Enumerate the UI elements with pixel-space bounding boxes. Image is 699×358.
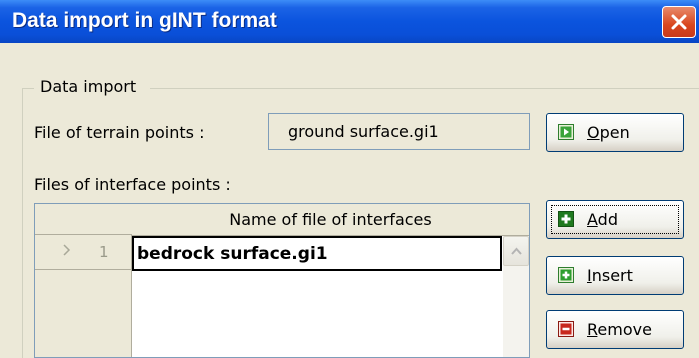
open-button[interactable]: Open: [546, 113, 684, 152]
remove-icon: [558, 321, 574, 337]
insert-button-label: Insert: [587, 266, 633, 285]
grid-corner: [35, 204, 132, 235]
terrain-file-value: ground surface.gi1: [288, 122, 439, 141]
table-row[interactable]: bedrock surface.gi1: [132, 236, 502, 271]
add-button[interactable]: Add: [546, 200, 684, 239]
insert-button[interactable]: Insert: [546, 256, 684, 295]
open-button-label: Open: [587, 123, 630, 142]
close-button[interactable]: [662, 6, 696, 38]
group-border-right: [150, 88, 699, 89]
group-border-left: [22, 88, 34, 89]
scroll-up-button[interactable]: [503, 236, 529, 266]
column-header[interactable]: Name of file of interfaces: [132, 204, 529, 236]
interfaces-label: Files of interface points :: [34, 175, 231, 194]
interfaces-grid[interactable]: Name of file of interfaces 1 bedrock sur…: [34, 203, 530, 358]
add-button-label: Add: [587, 210, 618, 229]
row-header[interactable]: 1: [35, 235, 132, 270]
insert-icon: [558, 267, 574, 283]
remove-button[interactable]: Remove: [546, 310, 684, 349]
window-title: Data import in gINT format: [12, 9, 277, 32]
row-index: 1: [99, 243, 109, 261]
close-icon: [671, 14, 687, 30]
open-icon: [558, 124, 574, 140]
terrain-file-field[interactable]: ground surface.gi1: [268, 113, 530, 150]
title-bar[interactable]: Data import in gINT format: [0, 0, 699, 43]
scroll-up-icon: [511, 247, 522, 255]
row-arrow-icon: [63, 244, 71, 256]
terrain-label: File of terrain points :: [34, 123, 205, 142]
add-icon: [558, 211, 574, 227]
remove-button-label: Remove: [587, 320, 652, 339]
group-border-vertical: [22, 88, 23, 358]
group-label: Data import: [40, 77, 137, 96]
